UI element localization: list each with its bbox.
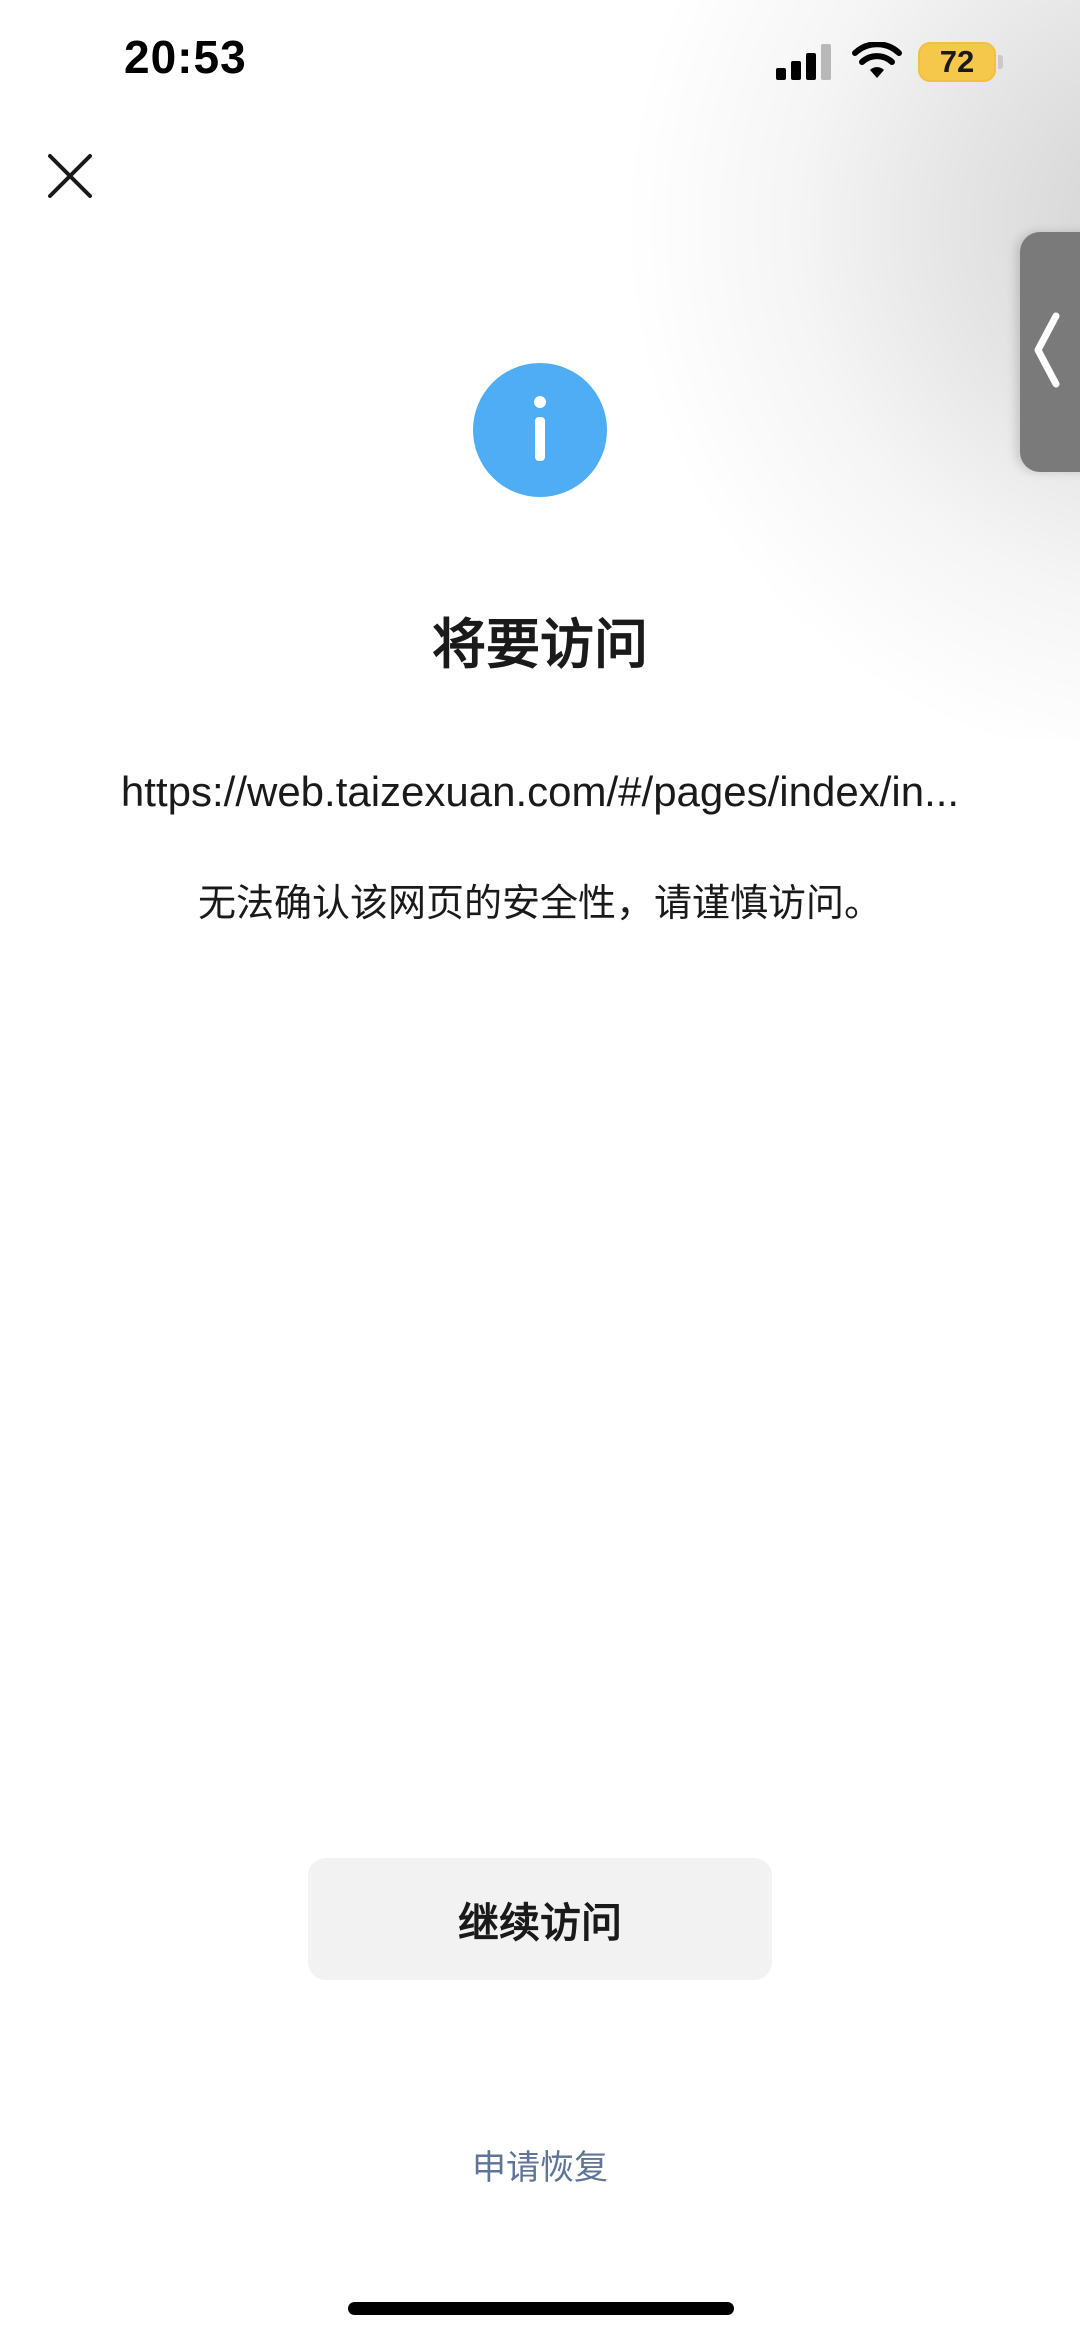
wifi-icon	[852, 42, 902, 78]
side-drawer-handle[interactable]	[1020, 232, 1080, 472]
home-indicator[interactable]	[348, 2302, 734, 2315]
info-icon	[473, 363, 607, 497]
cellular-signal-icon	[776, 44, 831, 80]
close-icon[interactable]	[44, 150, 96, 202]
page-title: 将要访问	[432, 613, 648, 676]
battery-tip	[998, 55, 1003, 69]
info-icon-dot	[534, 396, 546, 408]
status-time: 20:53	[124, 31, 247, 83]
request-restore-link[interactable]: 申请恢复	[0, 2140, 1080, 2189]
security-warning: 无法确认该网页的安全性，请谨慎访问。	[197, 881, 882, 925]
target-url: https://web.taizexuan.com/#/pages/index/…	[120, 768, 960, 815]
battery-indicator: 72	[918, 42, 996, 82]
continue-visit-button[interactable]: 继续访问	[308, 1858, 772, 1980]
info-icon-bar	[535, 417, 545, 461]
screen: 20:53 72 将要访问 https://web.taizexuan.com/…	[0, 0, 1080, 2337]
chevron-left-icon	[1034, 312, 1060, 388]
battery-level: 72	[939, 44, 975, 79]
